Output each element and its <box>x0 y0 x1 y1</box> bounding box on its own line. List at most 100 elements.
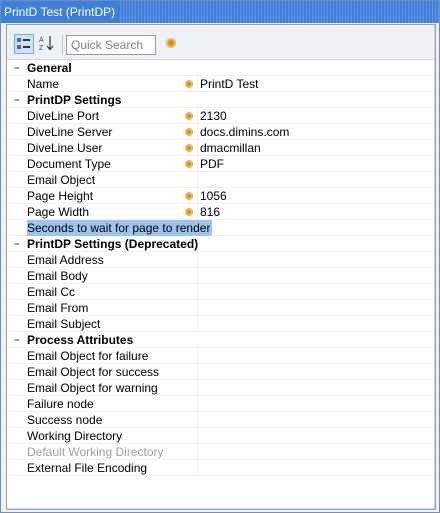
column-divider <box>197 156 198 172</box>
expression-icon[interactable] <box>185 128 193 136</box>
categorized-icon <box>17 38 30 49</box>
column-divider <box>197 188 198 204</box>
column-divider <box>197 124 198 140</box>
collapse-icon[interactable]: − <box>14 336 21 345</box>
svg-text:Z: Z <box>39 45 44 52</box>
column-divider <box>197 428 198 444</box>
column-divider <box>197 252 198 268</box>
property-label: Email Subject <box>27 317 101 331</box>
category-process-attributes[interactable]: − Process Attributes <box>7 332 435 348</box>
column-divider <box>197 396 198 412</box>
column-divider <box>197 444 198 460</box>
property-label: External File Encoding <box>27 461 148 475</box>
property-label: Default Working Directory <box>27 445 164 459</box>
property-row-failure-node[interactable]: Failure node <box>7 396 435 412</box>
property-label: Email From <box>27 301 89 315</box>
property-toolbar: A Z <box>7 25 435 60</box>
toolbar-separator <box>62 35 63 55</box>
property-window: PrintD Test (PrintDP) A Z Quick Search −… <box>0 0 440 513</box>
grid-right-border <box>434 25 435 509</box>
property-value[interactable]: PrintD Test <box>200 76 258 92</box>
property-row-email-object-failure[interactable]: Email Object for failure <box>7 348 435 364</box>
property-value[interactable]: dmacmillan <box>200 140 261 156</box>
category-label: General <box>27 61 72 75</box>
property-label: Email Object for success <box>27 365 160 379</box>
property-value[interactable]: 816 <box>200 204 220 220</box>
column-divider <box>197 364 198 380</box>
property-label: DiveLine User <box>27 141 103 155</box>
property-row-success-node[interactable]: Success node <box>7 412 435 428</box>
property-row-email-address[interactable]: Email Address <box>7 252 435 268</box>
expression-icon[interactable] <box>185 160 193 168</box>
column-divider <box>197 380 198 396</box>
property-row-page-width[interactable]: Page Width 816 <box>7 204 435 220</box>
property-pages-icon[interactable] <box>166 38 176 48</box>
window-title: PrintD Test (PrintDP) <box>1 1 120 23</box>
property-value[interactable]: docs.dimins.com <box>200 124 289 140</box>
property-row-document-type[interactable]: Document Type PDF <box>7 156 435 172</box>
property-label: Name <box>27 77 60 91</box>
property-row-email-cc[interactable]: Email Cc <box>7 284 435 300</box>
property-row-email-object-success[interactable]: Email Object for success <box>7 364 435 380</box>
property-row-page-height[interactable]: Page Height 1056 <box>7 188 435 204</box>
property-row-email-subject[interactable]: Email Subject <box>7 316 435 332</box>
column-divider <box>197 284 198 300</box>
collapse-icon[interactable]: − <box>14 64 21 73</box>
property-label: Page Height <box>27 189 94 203</box>
category-general[interactable]: − General <box>7 60 435 76</box>
column-divider <box>197 316 198 332</box>
property-row-diveline-port[interactable]: DiveLine Port 2130 <box>7 108 435 124</box>
property-label: Email Object for warning <box>27 381 158 395</box>
column-divider <box>197 76 198 92</box>
property-row-email-object-warning[interactable]: Email Object for warning <box>7 380 435 396</box>
sort-az-icon: A Z <box>39 36 54 52</box>
property-row-working-directory[interactable]: Working Directory <box>7 428 435 444</box>
property-row-name[interactable]: Name PrintD Test <box>7 76 435 92</box>
expression-icon[interactable] <box>185 208 193 216</box>
column-divider <box>197 108 198 124</box>
alphabetical-sort-button[interactable]: A Z <box>38 34 58 54</box>
expression-icon[interactable] <box>185 80 193 88</box>
property-label: Success node <box>27 413 103 427</box>
property-row-email-from[interactable]: Email From <box>7 300 435 316</box>
property-value[interactable]: 1056 <box>200 188 227 204</box>
collapse-icon[interactable]: − <box>14 240 21 249</box>
property-row-external-file-encoding[interactable]: External File Encoding <box>7 460 435 476</box>
property-row-diveline-user[interactable]: DiveLine User dmacmillan <box>7 140 435 156</box>
expression-icon[interactable] <box>185 112 193 120</box>
column-divider <box>197 268 198 284</box>
property-label: DiveLine Port <box>27 109 100 123</box>
categorized-view-button[interactable] <box>14 34 34 54</box>
property-label: Email Object for failure <box>27 349 149 363</box>
column-divider <box>197 140 198 156</box>
column-divider <box>197 412 198 428</box>
svg-text:A: A <box>39 37 44 44</box>
property-label: Seconds to wait for page to render <box>27 220 213 236</box>
property-row-diveline-server[interactable]: DiveLine Server docs.dimins.com <box>7 124 435 140</box>
property-label: Email Body <box>27 269 88 283</box>
property-label: Email Cc <box>27 285 76 299</box>
expression-icon[interactable] <box>185 144 193 152</box>
category-label: PrintDP Settings (Deprecated) <box>27 237 199 251</box>
column-divider <box>197 348 198 364</box>
property-row-seconds-to-wait[interactable]: Seconds to wait for page to render <box>7 220 435 236</box>
property-row-email-object[interactable]: Email Object <box>7 172 435 188</box>
property-label: Email Object <box>27 173 96 187</box>
column-divider <box>197 460 198 476</box>
property-value[interactable]: 2130 <box>200 108 227 124</box>
expression-icon[interactable] <box>185 192 193 200</box>
property-label: Failure node <box>27 397 94 411</box>
property-label: Email Address <box>27 253 104 267</box>
property-value[interactable]: PDF <box>200 156 224 172</box>
title-bar: PrintD Test (PrintDP) <box>1 1 439 23</box>
collapse-icon[interactable]: − <box>14 96 21 105</box>
column-divider <box>197 204 198 220</box>
category-printdp-deprecated[interactable]: − PrintDP Settings (Deprecated) <box>7 236 435 252</box>
property-row-default-working-directory: Default Working Directory <box>7 444 435 460</box>
property-row-email-body[interactable]: Email Body <box>7 268 435 284</box>
quick-search-input[interactable] <box>66 35 156 55</box>
category-printdp-settings[interactable]: − PrintDP Settings <box>7 92 435 108</box>
grid-bottom-border <box>7 508 435 509</box>
category-label: Process Attributes <box>27 333 134 347</box>
property-grid-frame: A Z − General Name PrintD Test <box>6 24 436 510</box>
